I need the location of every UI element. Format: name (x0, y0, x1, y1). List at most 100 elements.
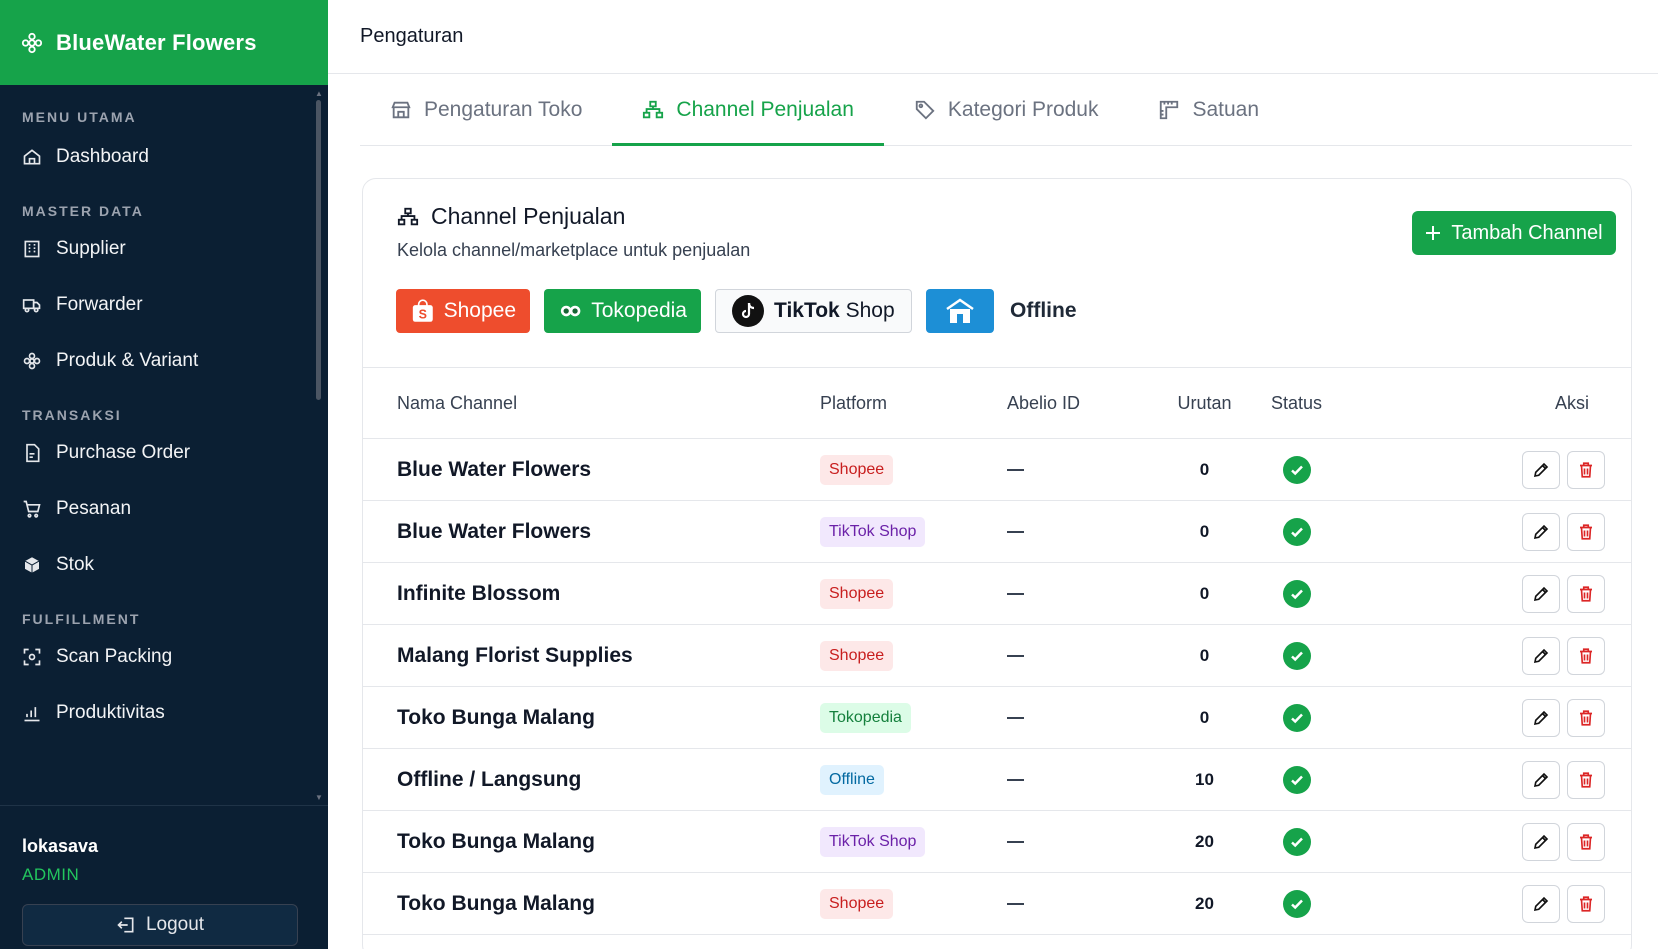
tab-label: Kategori Produk (947, 97, 1099, 121)
channel-name: Blue Water Flowers (397, 457, 592, 481)
user-role: ADMIN (22, 865, 80, 884)
trash-icon (1580, 585, 1592, 602)
edit-button[interactable] (1522, 450, 1561, 489)
scroll-down-icon[interactable]: ▼ (314, 794, 324, 802)
sidebar-item-forwarder[interactable]: Forwarder (0, 277, 316, 333)
edit-button[interactable] (1522, 822, 1561, 861)
shop-icon (391, 101, 411, 118)
edit-button[interactable] (1522, 698, 1561, 737)
table-row[interactable]: Malang Florist Supplies Shopee 0 (363, 625, 1631, 687)
channel-icon (397, 207, 419, 225)
sidebar-nav: MENU UTAMA Dashboard MASTER DATA Supplie… (0, 85, 316, 804)
order-value: 20 (1195, 831, 1214, 851)
sidebar-item-dashboard[interactable]: Dashboard (0, 129, 316, 185)
delete-button[interactable] (1567, 574, 1605, 613)
platform-badge: TikTok Shop (820, 516, 926, 547)
platform-tokopedia-button[interactable]: Tokopedia (544, 289, 701, 333)
cart-icon (23, 500, 41, 518)
table-row[interactable]: Blue Water Flowers TikTok Shop 0 (363, 501, 1631, 563)
edit-button[interactable] (1522, 512, 1561, 551)
empty-dash (1007, 655, 1024, 658)
pencil-icon (1534, 524, 1549, 539)
shopee-bag-icon: S (412, 299, 433, 322)
card-title-text: Channel Penjualan (431, 203, 626, 229)
logout-button[interactable]: Logout (22, 904, 298, 946)
table-row[interactable]: Toko Bunga Malang Shopee 20 (363, 873, 1631, 935)
plus-icon (1426, 226, 1441, 240)
empty-dash (1007, 469, 1024, 472)
table-row[interactable]: Offline / Langsung Offline 10 (363, 749, 1631, 811)
pencil-icon (1534, 772, 1549, 787)
delete-button[interactable] (1567, 512, 1605, 551)
truck-icon (22, 299, 41, 313)
sidebar-item-produk-variant[interactable]: Produk & Variant (0, 333, 316, 389)
delete-button[interactable] (1567, 698, 1605, 737)
col-nama-channel[interactable]: Nama Channel (363, 368, 820, 439)
col-abelio-id[interactable]: Abelio ID (1005, 368, 1138, 439)
order-value: 20 (1195, 893, 1214, 913)
settings-tabs: Pengaturan Toko Channel Penjualan Katego… (360, 74, 1632, 146)
table-row[interactable]: Toko Bunga Malang TikTok Shop 20 (363, 811, 1631, 873)
sidebar-item-label: Produk & Variant (56, 350, 199, 371)
tiktok-rest-text: Shop (845, 299, 895, 322)
tab-kategori-produk[interactable]: Kategori Produk (884, 74, 1129, 145)
edit-button[interactable] (1522, 884, 1561, 923)
sidebar-item-label: Produktivitas (56, 702, 165, 723)
edit-button[interactable] (1522, 760, 1561, 799)
delete-button[interactable] (1567, 822, 1605, 861)
tab-pengaturan-toko[interactable]: Pengaturan Toko (360, 74, 612, 145)
scan-icon (23, 648, 41, 666)
order-value: 10 (1195, 769, 1214, 789)
order-value: 0 (1199, 521, 1210, 541)
boxes-icon (24, 556, 40, 574)
platform-tiktok-button[interactable]: TikTok Shop (715, 289, 912, 333)
pencil-icon (1534, 586, 1549, 601)
section-transaksi: TRANSAKSI (22, 407, 122, 423)
col-urutan[interactable]: Urutan (1138, 368, 1271, 439)
page-title: Pengaturan (360, 25, 464, 47)
sidebar-item-stok[interactable]: Stok (0, 537, 316, 593)
tab-satuan[interactable]: Satuan (1128, 74, 1289, 145)
dashboard-icon (23, 149, 41, 165)
scroll-up-icon[interactable]: ▲ (314, 90, 324, 98)
sidebar-item-scan-packing[interactable]: Scan Packing (0, 629, 316, 685)
sidebar-item-pesanan[interactable]: Pesanan (0, 481, 316, 537)
scroll-thumb[interactable] (316, 100, 321, 400)
edit-button[interactable] (1522, 574, 1561, 613)
channel-name: Blue Water Flowers (397, 519, 592, 543)
platform-offline-label: Offline (1010, 299, 1077, 322)
table-row[interactable]: Toko Bunga Malang Tokopedia 0 (363, 687, 1631, 749)
tab-channel-penjualan[interactable]: Channel Penjualan (612, 74, 885, 146)
order-value: 0 (1199, 459, 1210, 479)
table-row[interactable]: Blue Water Flowers Shopee 0 (363, 439, 1631, 501)
delete-button[interactable] (1567, 760, 1605, 799)
empty-dash (1007, 779, 1024, 782)
channel-name: Offline / Langsung (397, 767, 582, 791)
sidebar-item-supplier[interactable]: Supplier (0, 221, 316, 277)
flower-icon (23, 352, 41, 370)
edit-button[interactable] (1522, 636, 1561, 675)
delete-button[interactable] (1567, 450, 1605, 489)
empty-dash (1007, 841, 1024, 844)
platform-shopee-button[interactable]: S Shopee (396, 289, 530, 333)
status-active-icon (1283, 889, 1311, 918)
sidebar-scrollbar[interactable]: ▲ ▼ (314, 90, 324, 802)
table-row[interactable]: Infinite Blossom Shopee 0 (363, 563, 1631, 625)
svg-text:S: S (419, 307, 427, 321)
brand-header[interactable]: BlueWater Flowers (0, 0, 328, 85)
col-platform[interactable]: Platform (820, 368, 1005, 439)
sidebar-item-produktivitas[interactable]: Produktivitas (0, 685, 316, 741)
col-status[interactable]: Status (1271, 368, 1381, 439)
sidebar-item-purchase-order[interactable]: Purchase Order (0, 425, 316, 481)
platform-label: TikTok Shop (774, 299, 895, 323)
add-channel-button[interactable]: Tambah Channel (1412, 211, 1616, 255)
empty-dash (1007, 593, 1024, 596)
platform-badge: Shopee (820, 454, 894, 485)
tag-icon (915, 100, 935, 120)
document-icon (26, 443, 40, 463)
tab-label: Pengaturan Toko (424, 97, 583, 121)
platform-offline-button[interactable] (926, 289, 994, 333)
sidebar: BlueWater Flowers MENU UTAMA Dashboard M… (0, 0, 328, 949)
delete-button[interactable] (1567, 636, 1605, 675)
delete-button[interactable] (1567, 884, 1605, 923)
